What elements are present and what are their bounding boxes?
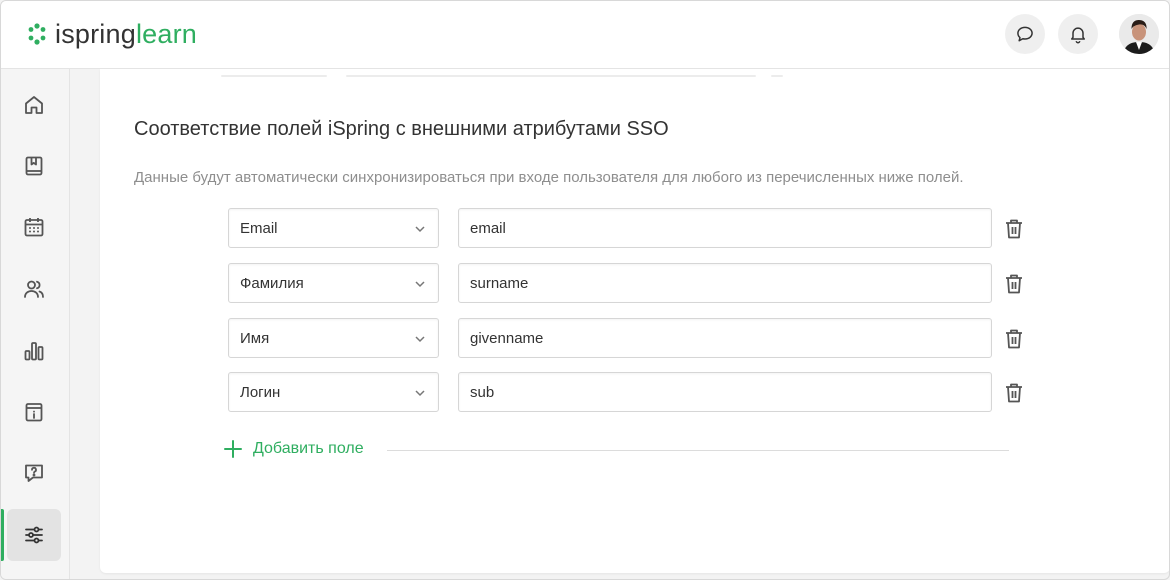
ispring-field-select[interactable]: Имя xyxy=(228,318,439,358)
select-value: Email xyxy=(240,220,278,237)
select-value: Фамилия xyxy=(240,275,304,292)
avatar-image xyxy=(1119,14,1159,54)
top-header: ispringlearn xyxy=(1,1,1169,69)
home-icon xyxy=(25,96,43,114)
notifications-button[interactable] xyxy=(1058,14,1098,54)
chevron-down-icon xyxy=(415,226,425,233)
add-field-label: Добавить поле xyxy=(253,440,364,457)
scrolled-content-fragment xyxy=(221,75,327,77)
sso-attribute-input[interactable]: surname xyxy=(458,263,992,303)
sidebar-item-home[interactable] xyxy=(7,79,61,131)
ispring-field-select[interactable]: Логин xyxy=(228,372,439,412)
users-icon xyxy=(24,280,44,298)
logo-mark-icon xyxy=(28,23,46,45)
logo-text-ispring: ispring xyxy=(55,18,136,49)
bar-chart-icon xyxy=(24,342,44,361)
chevron-down-icon xyxy=(415,336,425,343)
sidebar-item-help[interactable] xyxy=(7,447,61,499)
bell-icon xyxy=(1071,27,1085,44)
chat-icon xyxy=(1017,26,1033,42)
scrolled-content-fragment xyxy=(771,75,783,77)
logo-text-learn: learn xyxy=(135,18,197,49)
section-title: Соответствие полей iSpring с внешними ат… xyxy=(134,118,669,140)
sso-attribute-input[interactable]: sub xyxy=(458,372,992,412)
input-value: givenname xyxy=(470,330,544,347)
sidebar-item-settings[interactable] xyxy=(1,509,61,561)
book-icon xyxy=(25,156,43,176)
sidebar-item-reports[interactable] xyxy=(7,325,61,377)
delete-mapping-button[interactable] xyxy=(1003,272,1025,296)
info-icon xyxy=(25,403,43,422)
input-value: email xyxy=(470,220,506,237)
delete-mapping-button[interactable] xyxy=(1003,217,1025,241)
delete-mapping-button[interactable] xyxy=(1003,381,1025,405)
sso-attribute-input[interactable]: givenname xyxy=(458,318,992,358)
select-value: Логин xyxy=(240,384,281,401)
trash-icon xyxy=(1006,383,1022,403)
trash-icon xyxy=(1006,219,1022,239)
add-field-button[interactable]: Добавить поле xyxy=(223,438,364,460)
sidebar-item-courses[interactable] xyxy=(7,140,61,192)
sliders-icon xyxy=(25,526,43,544)
sso-attribute-input[interactable]: email xyxy=(458,208,992,248)
section-description: Данные будут автоматически синхронизиров… xyxy=(134,169,964,186)
plus-icon xyxy=(224,440,242,458)
divider xyxy=(387,450,1009,451)
logo-text: ispringlearn xyxy=(55,18,197,49)
sidebar-item-info[interactable] xyxy=(7,386,61,438)
scrolled-content-fragment xyxy=(346,75,756,77)
calendar-icon xyxy=(24,218,44,237)
trash-icon xyxy=(1006,274,1022,294)
ispring-learn-logo[interactable]: ispringlearn xyxy=(25,17,197,51)
sidebar xyxy=(1,69,70,579)
question-icon xyxy=(25,464,43,482)
input-value: sub xyxy=(470,384,495,401)
input-value: surname xyxy=(470,275,529,292)
trash-icon xyxy=(1006,329,1022,349)
user-avatar[interactable] xyxy=(1119,14,1159,54)
delete-mapping-button[interactable] xyxy=(1003,327,1025,351)
sidebar-item-users[interactable] xyxy=(7,263,61,315)
sidebar-item-calendar[interactable] xyxy=(7,201,61,253)
select-value: Имя xyxy=(240,330,270,347)
chevron-down-icon xyxy=(415,281,425,288)
ispring-field-select[interactable]: Email xyxy=(228,208,439,248)
chevron-down-icon xyxy=(415,390,425,397)
messages-button[interactable] xyxy=(1005,14,1045,54)
app-window: ispringlearn Соответствие полей iSpring … xyxy=(0,0,1170,580)
ispring-field-select[interactable]: Фамилия xyxy=(228,263,439,303)
